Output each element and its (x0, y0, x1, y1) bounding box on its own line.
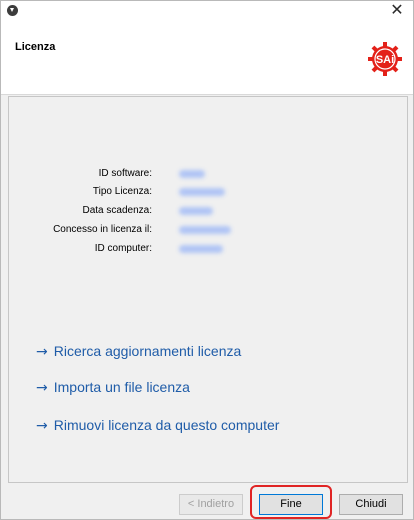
arrow-right-icon: → (36, 418, 48, 434)
arrow-right-icon: → (36, 380, 48, 396)
blurred-value (179, 245, 223, 253)
link-label: Ricerca aggiornamenti licenza (53, 343, 242, 359)
license-info-panel: ID software: Tipo Licenza: Data scadenza… (8, 96, 408, 483)
info-label: ID computer: (94, 243, 152, 254)
info-row-license-type: Tipo Licenza: (9, 183, 407, 201)
info-label: ID software: (98, 168, 152, 179)
download-icon (7, 5, 18, 16)
blurred-value (179, 188, 225, 196)
info-label: Tipo Licenza: (92, 186, 152, 197)
info-row-computer-id: ID computer: (9, 240, 407, 258)
remove-license-link[interactable]: → Rimuovi licenza da questo computer (36, 417, 279, 434)
sai-logo: SAi (368, 42, 402, 76)
logo-text: SAi (376, 54, 394, 66)
blurred-value (179, 207, 213, 215)
link-label: Rimuovi licenza da questo computer (53, 417, 280, 433)
button-bar: < Indietro Fine Chiudi (1, 483, 413, 519)
info-row-expiry-date: Data scadenza: (9, 202, 407, 220)
blurred-value (179, 170, 205, 178)
title-bar: ✕ (1, 1, 413, 19)
back-button[interactable]: < Indietro (179, 494, 243, 515)
info-label: Concesso in licenza il: (53, 224, 152, 235)
check-license-updates-link[interactable]: → Ricerca aggiornamenti licenza (36, 343, 241, 360)
page-header: Licenza SAi (1, 19, 413, 95)
page-title: Licenza (15, 41, 56, 53)
close-window-button[interactable]: ✕ (389, 1, 405, 19)
close-button[interactable]: Chiudi (339, 494, 403, 515)
info-label: Data scadenza: (82, 205, 153, 216)
dialog-window: ✕ Licenza SAi ID software: Tipo Licenza:… (0, 0, 414, 520)
info-row-software-id: ID software: (9, 165, 407, 183)
finish-button-highlight (250, 485, 332, 519)
blurred-value (179, 226, 231, 234)
link-label: Importa un file licenza (53, 379, 190, 395)
import-license-file-link[interactable]: → Importa un file licenza (36, 379, 190, 396)
arrow-right-icon: → (36, 344, 48, 360)
info-row-licensed-to: Concesso in licenza il: (9, 221, 407, 239)
